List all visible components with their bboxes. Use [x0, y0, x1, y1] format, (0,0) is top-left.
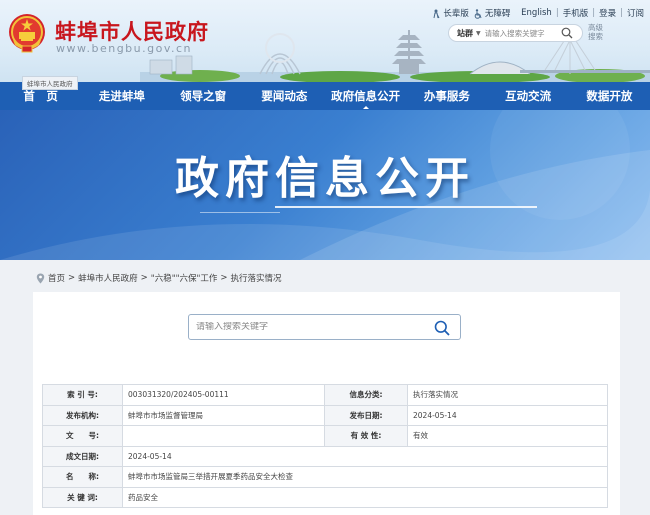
table-row: 名 称: 蚌埠市市场监管局三举措开展夏季药品安全大检查 — [42, 466, 608, 488]
created-label: 成文日期: — [42, 445, 123, 467]
publisher-value: 蚌埠市市场监督管理局 — [122, 404, 325, 426]
validity-label: 有 效 性: — [324, 425, 408, 447]
category-value: 执行落实情况 — [407, 384, 608, 406]
header-search: 站群 ▼ — [448, 24, 583, 42]
nav-item-about[interactable]: 走进蚌埠 — [81, 82, 162, 110]
nav-item-services[interactable]: 办事服务 — [406, 82, 487, 110]
publisher-label: 发布机构: — [42, 404, 123, 426]
english-link[interactable]: English — [521, 8, 552, 18]
section-banner: 政府信息公开 — [0, 110, 650, 260]
created-value: 2024-05-14 — [122, 445, 608, 467]
banner-title: 政府信息公开 — [175, 153, 475, 204]
pub-date-label: 发布日期: — [324, 404, 408, 426]
breadcrumb: 首页 > 蚌埠市人民政府 > "六稳""六保"工作 > 执行落实情况 — [36, 272, 282, 284]
nav-item-open-data[interactable]: 数据开放 — [569, 82, 650, 110]
elder-icon — [433, 9, 440, 18]
table-row: 关 键 词: 药品安全 — [42, 486, 608, 508]
mobile-link[interactable]: 手机版 — [563, 7, 589, 19]
nav-item-interaction[interactable]: 互动交流 — [488, 82, 569, 110]
content-search — [188, 314, 461, 340]
main-nav: 首 页 走进蚌埠 领导之窗 要闻动态 政府信息公开 办事服务 互动交流 数据开放 — [0, 82, 650, 110]
table-row: 索 引 号: 003031320/202405-00111 信息分类: 执行落实… — [42, 384, 608, 406]
nav-item-leaders[interactable]: 领导之窗 — [163, 82, 244, 110]
validity-value: 有效 — [407, 425, 608, 447]
table-row: 成文日期: 2024-05-14 — [42, 445, 608, 467]
location-pin-icon — [36, 273, 45, 283]
content-search-input[interactable] — [196, 322, 426, 332]
doc-no-label: 文 号: — [42, 425, 123, 447]
nav-item-info-disclosure[interactable]: 政府信息公开 — [325, 82, 406, 110]
index-label: 索 引 号: — [42, 384, 123, 406]
breadcrumb-home[interactable]: 首页 — [48, 272, 65, 284]
category-label: 信息分类: — [324, 384, 408, 406]
search-scope-select[interactable]: 站群 — [449, 28, 476, 39]
banner-underline — [275, 206, 537, 208]
pub-date-value: 2024-05-14 — [407, 404, 608, 426]
banner-underline-accent — [200, 212, 280, 213]
subscribe-link[interactable]: 订阅 — [627, 7, 644, 19]
doc-no-value — [122, 425, 325, 447]
breadcrumb-gov[interactable]: 蚌埠市人民政府 — [78, 272, 138, 284]
top-links: 长辈版 无障碍 English | 手机版 | 登录 | 订阅 — [431, 7, 644, 19]
national-emblem-icon — [9, 14, 45, 53]
breadcrumb-current[interactable]: 执行落实情况 — [231, 272, 282, 284]
chevron-down-icon: ▼ — [476, 29, 481, 37]
site-header: 蚌埠市人民政府 www.bengbu.gov.cn 长辈版 无障碍 Englis… — [0, 0, 650, 82]
header-search-input[interactable] — [484, 28, 559, 38]
accessible-mode-link[interactable]: 无障碍 — [473, 7, 510, 19]
login-link[interactable]: 登录 — [599, 7, 616, 19]
search-icon[interactable] — [434, 320, 450, 336]
breadcrumb-section[interactable]: "六稳""六保"工作 — [151, 272, 218, 284]
elder-mode-link[interactable]: 长辈版 — [431, 7, 469, 19]
table-row: 文 号: 有 效 性: 有效 — [42, 425, 608, 447]
advanced-search-link[interactable]: 高级搜索 — [588, 23, 608, 41]
document-info-table: 索 引 号: 003031320/202405-00111 信息分类: 执行落实… — [42, 384, 608, 508]
name-value: 蚌埠市市场监管局三举措开展夏季药品安全大检查 — [122, 466, 608, 488]
table-row: 发布机构: 蚌埠市市场监督管理局 发布日期: 2024-05-14 — [42, 404, 608, 426]
nav-item-news[interactable]: 要闻动态 — [244, 82, 325, 110]
index-value: 003031320/202405-00111 — [122, 384, 325, 406]
keywords-label: 关 键 词: — [42, 486, 123, 508]
keywords-value: 药品安全 — [122, 486, 608, 508]
wheelchair-icon — [474, 8, 482, 19]
nav-site-tag: 蚌埠市人民政府 — [22, 76, 78, 90]
name-label: 名 称: — [42, 466, 123, 488]
search-icon[interactable] — [561, 27, 573, 39]
